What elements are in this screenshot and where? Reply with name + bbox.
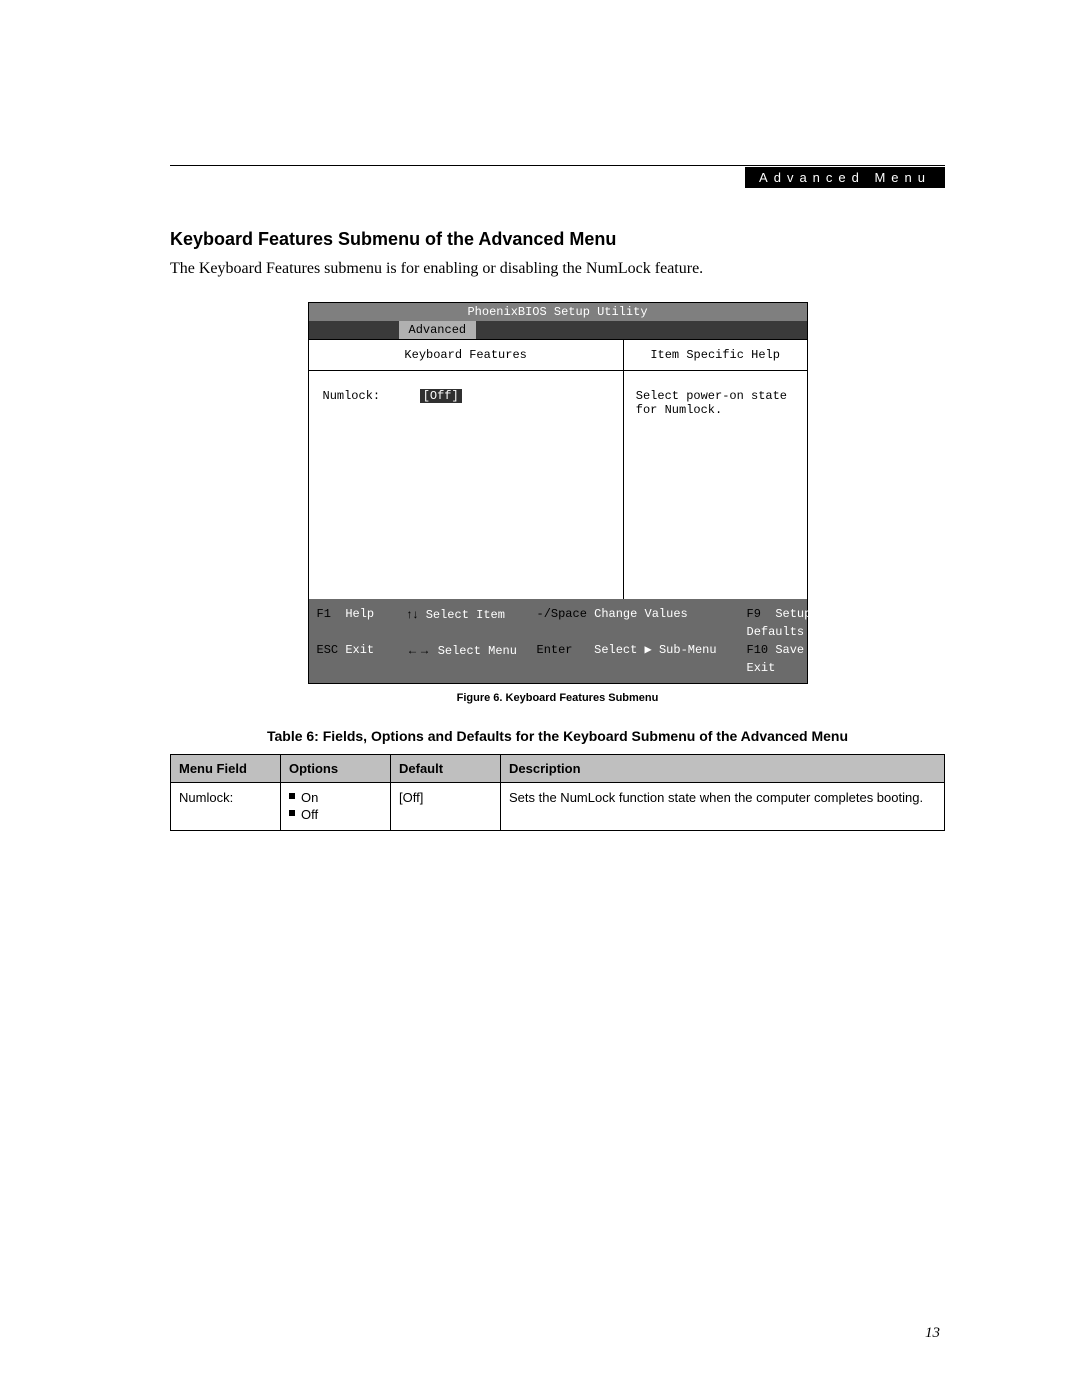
help-line-2: for Numlock. (636, 403, 795, 417)
table-caption: Table 6: Fields, Options and Defaults fo… (170, 728, 945, 744)
footer-change-values: -/Space Change Values (537, 605, 747, 641)
footer-select-menu: ←→ Select Menu (407, 641, 537, 677)
option-off: Off (301, 806, 318, 824)
bios-title-bar: PhoenixBIOS Setup Utility (309, 303, 807, 321)
footer-f10: F10 Save and Exit (747, 641, 867, 677)
help-line-1: Select power-on state (636, 389, 795, 403)
th-field: Menu Field (171, 754, 281, 782)
cell-options: On Off (281, 782, 391, 830)
document-page: Advanced Menu Keyboard Features Submenu … (0, 0, 1080, 1397)
cell-field: Numlock: (171, 782, 281, 830)
th-description: Description (501, 754, 945, 782)
bios-left-body: Numlock: [Off] (309, 371, 623, 599)
page-number: 13 (925, 1325, 940, 1342)
bios-window: PhoenixBIOS Setup Utility Advanced Keybo… (308, 302, 808, 684)
tab-advanced[interactable]: Advanced (399, 321, 477, 339)
footer-select-sub: Enter Select ▶ Sub-Menu (537, 641, 747, 677)
table-header-row: Menu Field Options Default Description (171, 754, 945, 782)
footer-f9: F9 Setup Defaults (747, 605, 867, 641)
cell-description: Sets the NumLock function state when the… (501, 782, 945, 830)
cell-default: [Off] (391, 782, 501, 830)
th-default: Default (391, 754, 501, 782)
bios-left-pane: Keyboard Features Numlock: [Off] (309, 340, 624, 599)
bullet-icon (289, 793, 295, 799)
options-table: Menu Field Options Default Description N… (170, 754, 945, 831)
bios-left-heading: Keyboard Features (309, 340, 623, 371)
setting-value-numlock[interactable]: [Off] (420, 389, 462, 403)
footer-esc: ESC Exit (317, 641, 407, 677)
bios-footer: F1 Help ↑↓ Select Item -/Space Change Va… (309, 599, 807, 683)
figure-caption: Figure 6. Keyboard Features Submenu (170, 692, 945, 704)
bios-right-heading: Item Specific Help (624, 340, 807, 371)
footer-f1: F1 Help (317, 605, 407, 641)
section-body: The Keyboard Features submenu is for ena… (170, 258, 945, 280)
table-row: Numlock: On Off [Off] Sets the NumLock f… (171, 782, 945, 830)
option-on: On (301, 789, 318, 807)
bios-main-area: Keyboard Features Numlock: [Off] Item Sp… (309, 339, 807, 599)
header-menu-badge: Advanced Menu (745, 167, 945, 188)
bios-right-pane: Item Specific Help Select power-on state… (624, 340, 807, 599)
header-rule (170, 165, 945, 166)
th-options: Options (281, 754, 391, 782)
setting-label-numlock: Numlock: (323, 389, 413, 403)
footer-select-item: ↑↓ Select Item (407, 605, 537, 641)
bios-tab-strip: Advanced (309, 321, 807, 339)
section-title: Keyboard Features Submenu of the Advance… (170, 229, 945, 250)
bullet-icon (289, 810, 295, 816)
bios-help-body: Select power-on state for Numlock. (624, 371, 807, 599)
